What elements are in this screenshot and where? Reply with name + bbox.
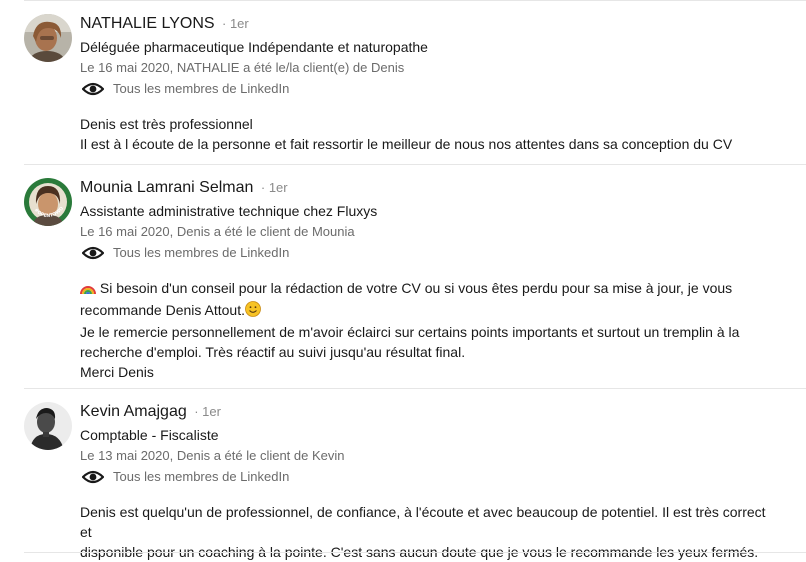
connection-degree: · 1er <box>194 404 221 419</box>
avatar-photo-icon <box>24 402 72 450</box>
recommendation-line: Il est à l écoute de la personne et fait… <box>80 136 733 152</box>
visibility-row: Tous les membres de LinkedIn <box>80 81 289 96</box>
connection-degree: · 1er <box>222 16 249 31</box>
recommender-headline: Comptable - Fiscaliste <box>80 427 219 443</box>
relationship-date: Le 13 mai 2020, Denis a été le client de… <box>80 448 345 463</box>
recommender-name-row: NATHALIE LYONS · 1er <box>80 15 249 33</box>
eye-icon <box>82 470 104 483</box>
recommendation-line: Je le remercie personnellement de m'avoi… <box>80 324 740 340</box>
recommendation-line: recherche d'emploi. Très réactif au suiv… <box>80 344 466 360</box>
recommendation-item: NATHALIE LYONS · 1er Déléguée pharmaceut… <box>0 14 806 164</box>
relationship-date: Le 16 mai 2020, Denis a été le client de… <box>80 224 355 239</box>
recommender-name[interactable]: Mounia Lamrani Selman <box>80 179 253 196</box>
visibility-label: Tous les membres de LinkedIn <box>113 81 290 96</box>
connection-degree: · 1er <box>260 180 288 195</box>
recommendation-item: Kevin Amajgag · 1er Comptable - Fiscalis… <box>0 402 806 560</box>
avatar-photo-icon <box>24 14 72 62</box>
eye-icon <box>82 246 104 259</box>
recommendation-line: Denis est très professionnel <box>80 116 253 132</box>
avatar[interactable]: #OPENTOWORK <box>24 178 72 226</box>
rainbow-icon <box>80 280 96 300</box>
recommendation-text: Denis est quelqu'un de professionnel, de… <box>80 502 780 562</box>
recommendation-text: Si besoin d'un conseil pour la rédaction… <box>80 278 780 382</box>
smiling-face-icon <box>245 301 261 322</box>
recommendation-line: Si besoin d'un conseil pour la rédaction… <box>80 278 780 300</box>
recommender-name[interactable]: NATHALIE LYONS <box>80 15 215 32</box>
recommender-name-row: Kevin Amajgag · 1er <box>80 403 221 421</box>
avatar-photo-icon: #OPENTOWORK <box>24 178 72 226</box>
avatar[interactable] <box>24 402 72 450</box>
recommender-headline: Assistante administrative technique chez… <box>80 203 378 219</box>
visibility-row: Tous les membres de LinkedIn <box>80 469 289 484</box>
divider <box>24 164 806 165</box>
recommendation-text: Denis est très professionnel Il est à l … <box>80 114 780 154</box>
recommender-name-row: Mounia Lamrani Selman · 1er <box>80 179 288 197</box>
recommendation-line: Denis est quelqu'un de professionnel, de… <box>80 504 766 540</box>
relationship-date: Le 16 mai 2020, NATHALIE a été le/la cli… <box>80 60 405 75</box>
visibility-label: Tous les membres de LinkedIn <box>113 469 290 484</box>
visibility-label: Tous les membres de LinkedIn <box>113 245 290 260</box>
recommendation-item: #OPENTOWORK Mounia Lamrani Selman · 1er … <box>0 178 806 388</box>
recommender-name[interactable]: Kevin Amajgag <box>80 403 187 420</box>
eye-icon <box>82 82 104 95</box>
visibility-row: Tous les membres de LinkedIn <box>80 245 289 260</box>
avatar[interactable] <box>24 14 72 62</box>
recommendation-line: Merci Denis <box>80 364 154 380</box>
recommender-headline: Déléguée pharmaceutique Indépendante et … <box>80 39 428 55</box>
divider <box>24 388 806 389</box>
top-divider <box>24 0 806 1</box>
recommendation-line: recommande Denis Attout. <box>80 300 780 322</box>
